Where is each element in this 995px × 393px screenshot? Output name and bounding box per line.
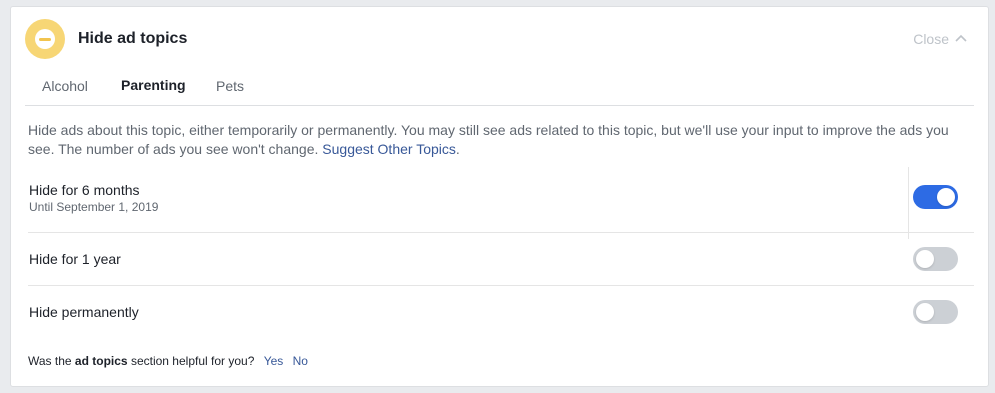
topic-tabs: Alcohol Parenting Pets — [25, 70, 974, 106]
feedback-no-link[interactable]: No — [293, 354, 308, 368]
hide-ad-topics-card: Hide ad topics Close Alcohol Parenting P… — [10, 6, 989, 387]
option-label: Hide permanently — [29, 304, 139, 320]
feedback-prompt: Was the ad topics section helpful for yo… — [28, 354, 308, 368]
option-hide-6-months: Hide for 6 months Until September 1, 201… — [28, 167, 974, 233]
toggle-hide-1-year[interactable] — [913, 247, 958, 271]
tab-alcohol[interactable]: Alcohol — [42, 78, 88, 94]
ad-topic-minus-icon — [25, 19, 65, 59]
toggle-knob — [916, 250, 934, 268]
toggle-hide-6-months[interactable] — [913, 185, 958, 209]
option-hide-permanently: Hide permanently — [28, 286, 974, 339]
toggle-knob — [916, 303, 934, 321]
option-label: Hide for 1 year — [29, 251, 121, 267]
description-text: Hide ads about this topic, either tempor… — [28, 122, 949, 157]
option-hide-1-year: Hide for 1 year — [28, 233, 974, 286]
toggle-knob — [937, 188, 955, 206]
feedback-emphasis: ad topics — [74, 354, 128, 368]
feedback-yes-link[interactable]: Yes — [264, 354, 284, 368]
suggest-other-topics-link[interactable]: Suggest Other Topics — [322, 141, 456, 157]
option-sublabel: Until September 1, 2019 — [29, 200, 159, 214]
card-header: Hide ad topics Close — [25, 19, 972, 59]
close-label: Close — [913, 31, 949, 47]
toggle-hide-permanently[interactable] — [913, 300, 958, 324]
chevron-up-icon — [955, 34, 967, 42]
card-title: Hide ad topics — [78, 30, 188, 47]
option-label: Hide for 6 months — [29, 182, 140, 198]
tab-pets[interactable]: Pets — [216, 78, 244, 94]
tab-parenting[interactable]: Parenting — [121, 77, 186, 93]
topic-description: Hide ads about this topic, either tempor… — [28, 122, 949, 157]
close-button[interactable]: Close — [913, 31, 968, 47]
